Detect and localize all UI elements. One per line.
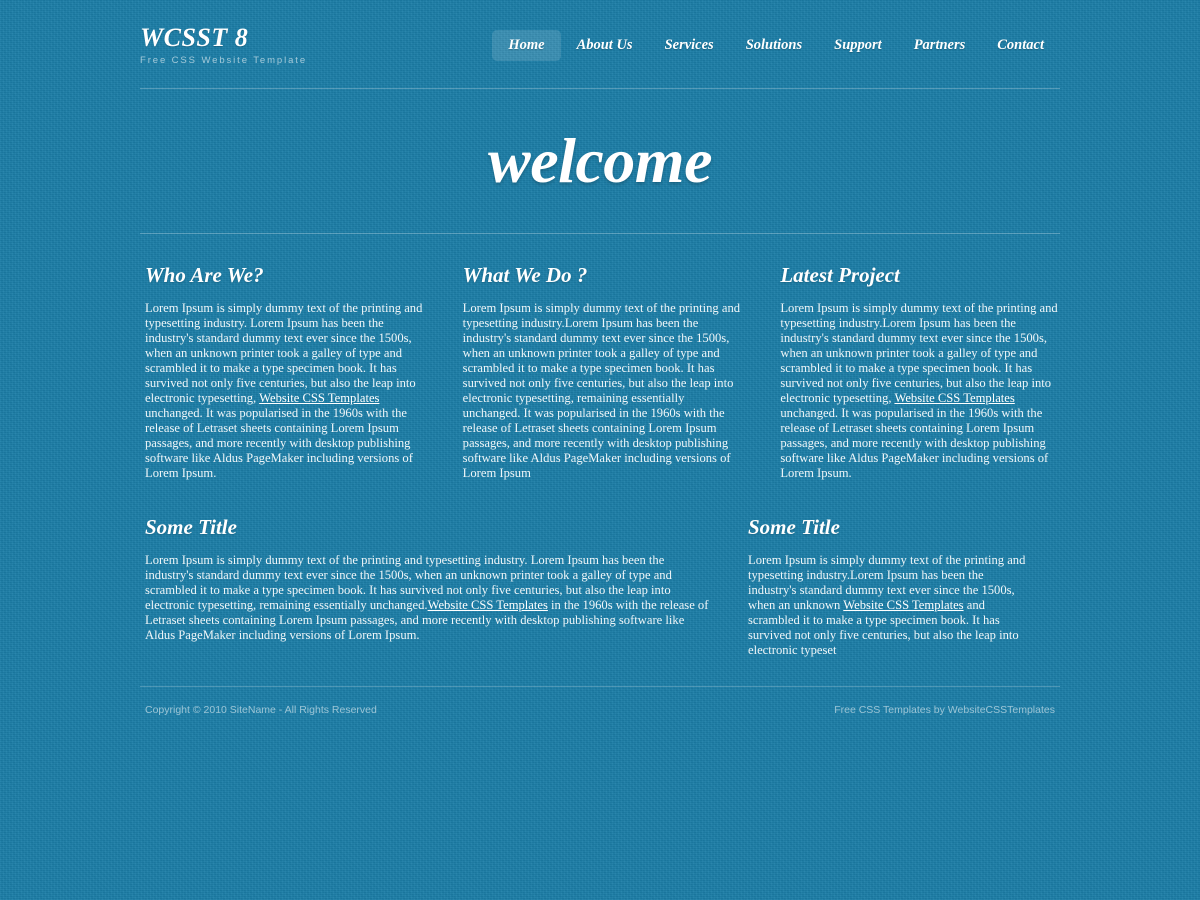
column-title: Some Title bbox=[748, 515, 840, 539]
logo-title: WCSST 8 bbox=[140, 23, 249, 52]
welcome-banner: welcome bbox=[140, 89, 1060, 233]
website-css-templates-link[interactable]: Website CSS Templates bbox=[843, 598, 963, 612]
column-what-we-do: What We Do ? Lorem Ipsum is simply dummy… bbox=[458, 263, 743, 481]
page-container: WCSST 8 Free CSS Website Template Home A… bbox=[140, 0, 1060, 716]
nav-item-solutions[interactable]: Solutions bbox=[730, 30, 818, 61]
body-text-before-link: Lorem Ipsum is simply dummy text of the … bbox=[145, 301, 423, 405]
body-text-after-link: unchanged. It was popularised in the 196… bbox=[780, 406, 1049, 480]
nav-item-home[interactable]: Home bbox=[492, 29, 561, 61]
body-text-after-link: unchanged. It was popularised in the 196… bbox=[145, 406, 413, 480]
website-css-templates-link[interactable]: Website CSS Templates bbox=[259, 391, 379, 405]
column-title: Some Title bbox=[145, 515, 237, 539]
body-text-before-link: Lorem Ipsum is simply dummy text of the … bbox=[780, 301, 1058, 405]
body-text-before-link: Lorem Ipsum is simply dummy text of the … bbox=[462, 301, 741, 480]
site-footer: Copyright © 2010 SiteName - All Rights R… bbox=[140, 687, 1060, 716]
site-footer-wrapper: Copyright © 2010 SiteName - All Rights R… bbox=[140, 686, 1060, 716]
column-who-are-we: Who Are We? Lorem Ipsum is simply dummy … bbox=[140, 263, 425, 481]
nav-item-about-us[interactable]: About Us bbox=[561, 30, 649, 61]
main-navigation: Home About Us Services Solutions Support… bbox=[492, 28, 1060, 61]
nav-item-partners[interactable]: Partners bbox=[898, 30, 982, 61]
copyright-text: Copyright © 2010 SiteName - All Rights R… bbox=[145, 704, 377, 716]
column-title: Latest Project bbox=[780, 263, 900, 287]
content-row-1: Who Are We? Lorem Ipsum is simply dummy … bbox=[140, 263, 1060, 481]
nav-item-support[interactable]: Support bbox=[818, 30, 898, 61]
column-latest-project: Latest Project Lorem Ipsum is simply dum… bbox=[775, 263, 1060, 481]
content-row-2: Some Title Lorem Ipsum is simply dummy t… bbox=[140, 515, 1060, 658]
column-title: Who Are We? bbox=[145, 263, 264, 287]
site-logo[interactable]: WCSST 8 Free CSS Website Template bbox=[140, 20, 307, 68]
page-title: welcome bbox=[488, 125, 712, 196]
column-some-title-right: Some Title Lorem Ipsum is simply dummy t… bbox=[743, 515, 1028, 658]
nav-item-services[interactable]: Services bbox=[649, 30, 730, 61]
website-css-templates-link[interactable]: Website CSS Templates bbox=[894, 391, 1014, 405]
nav-item-contact[interactable]: Contact bbox=[981, 30, 1060, 61]
column-body: Lorem Ipsum is simply dummy text of the … bbox=[145, 553, 710, 643]
credits-text: Free CSS Templates by WebsiteCSSTemplate… bbox=[834, 704, 1055, 716]
column-some-title-wide: Some Title Lorem Ipsum is simply dummy t… bbox=[140, 515, 710, 658]
site-header: WCSST 8 Free CSS Website Template Home A… bbox=[140, 0, 1060, 88]
column-body: Lorem Ipsum is simply dummy text of the … bbox=[780, 301, 1060, 481]
column-body: Lorem Ipsum is simply dummy text of the … bbox=[145, 301, 425, 481]
main-content: Who Are We? Lorem Ipsum is simply dummy … bbox=[140, 234, 1060, 658]
website-css-templates-link[interactable]: Website CSS Templates bbox=[428, 598, 548, 612]
logo-tagline: Free CSS Website Template bbox=[140, 55, 308, 66]
column-title: What We Do ? bbox=[462, 263, 588, 287]
column-body: Lorem Ipsum is simply dummy text of the … bbox=[463, 301, 743, 481]
column-body: Lorem Ipsum is simply dummy text of the … bbox=[748, 553, 1028, 658]
